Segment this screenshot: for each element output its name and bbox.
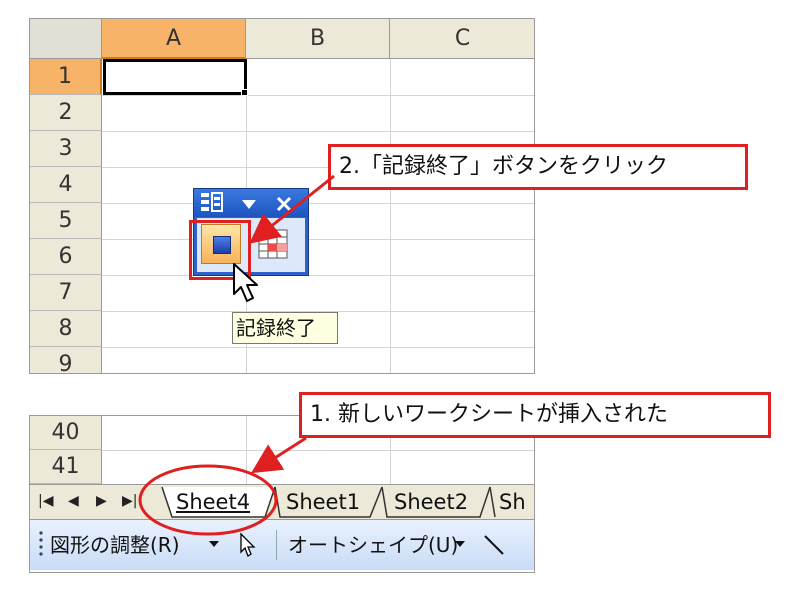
autoshape-menu[interactable]: オートシェイプ(U) [288,520,458,570]
row-header-4[interactable]: 4 [30,167,102,203]
row-header-8[interactable]: 8 [30,311,102,347]
grid-line [102,450,534,451]
row-header-6[interactable]: 6 [30,239,102,275]
row-header-9[interactable]: 9 [30,347,102,373]
toolbar-title-bar[interactable] [194,189,308,217]
line-tool-icon[interactable] [482,533,506,557]
spreadsheet-bottom: 40 41 |◀ ◀ ▶ ▶| Sheet4 Sheet1 Sheet2 Sh … [29,415,535,573]
grid-line [102,203,534,204]
chevron-down-icon[interactable] [455,541,465,549]
fill-handle[interactable] [241,89,248,96]
chevron-down-icon[interactable] [209,541,219,549]
grid-line [102,95,534,96]
draw-adjust-menu[interactable]: 図形の調整(R) [50,520,180,570]
select-objects-icon[interactable] [238,532,258,558]
drawing-toolbar: 図形の調整(R) オートシェイプ(U) [30,520,534,570]
close-icon[interactable] [274,194,294,214]
stop-recording-tooltip: 記録終了 [232,312,338,344]
grid-line [102,239,534,240]
sheet-tab-bar: |◀ ◀ ▶ ▶| Sheet4 Sheet1 Sheet2 Sh [30,484,534,520]
column-header-a[interactable]: A [102,19,246,59]
sheet-tab-sheet2[interactable]: Sheet2 [394,485,468,519]
sheet-tab-sheet1[interactable]: Sheet1 [286,485,360,519]
row-header-1[interactable]: 1 [30,59,102,95]
mouse-pointer-icon [233,263,258,302]
toolbar-separator [276,530,277,560]
row-header-5[interactable]: 5 [30,203,102,239]
toolbar-options-dropdown-icon[interactable] [239,194,259,214]
callout-new-sheet-inserted: 1. 新しいワークシートが挿入された [299,392,771,438]
row-header-7[interactable]: 7 [30,275,102,311]
column-header-c[interactable]: C [390,19,534,59]
grid-line [102,275,534,276]
row-header-2[interactable]: 2 [30,95,102,131]
sheet-tab-partial[interactable]: Sh [499,485,526,519]
selected-cell-a1[interactable] [103,59,247,95]
toolbar-grip-icon [39,531,43,556]
callout-click-stop-recording: 2.「記録終了」ボタンをクリック [328,144,748,190]
grid-line [102,347,534,348]
row-header-41[interactable]: 41 [30,450,102,484]
grid-line [390,59,391,373]
sheet-tab-sheet4[interactable]: Sheet4 [176,485,250,519]
grid-line [102,131,534,132]
column-header-b[interactable]: B [246,19,390,59]
relative-reference-icon[interactable] [257,228,289,260]
macro-grip-icon [201,192,223,212]
select-all-corner[interactable] [30,19,102,59]
row-header-3[interactable]: 3 [30,131,102,167]
row-header-40[interactable]: 40 [30,416,102,450]
